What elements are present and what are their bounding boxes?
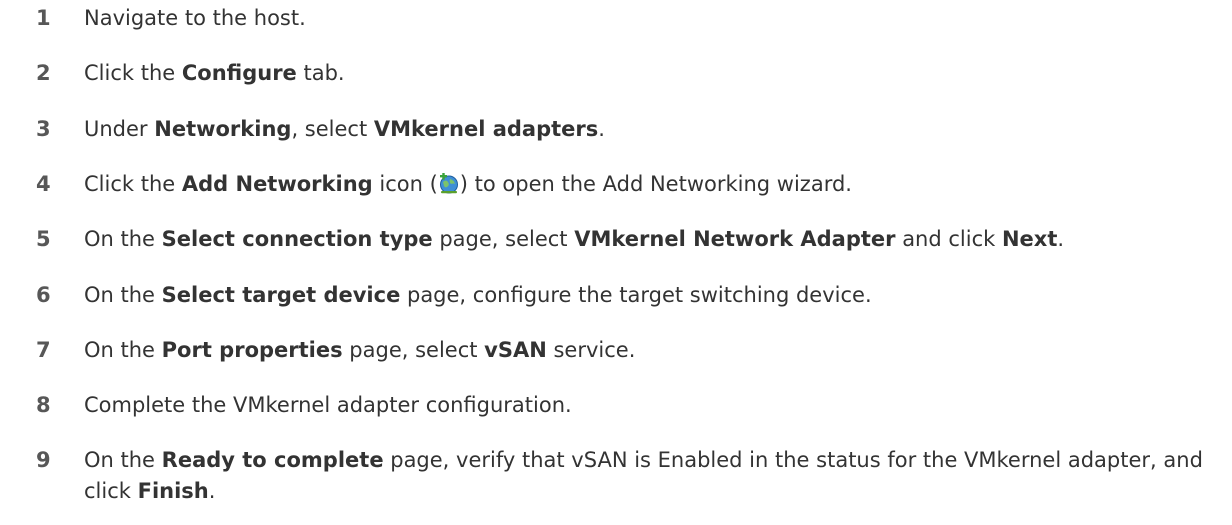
step-text-run: Click the xyxy=(84,172,182,196)
step-text: On the Port properties page, select vSAN… xyxy=(84,335,1224,366)
step-text-run: . xyxy=(1057,227,1065,251)
step-number: 9 xyxy=(36,448,51,472)
ui-term: Ready to complete xyxy=(161,448,384,472)
step-text-run: Complete the VMkernel adapter configurat… xyxy=(84,393,572,417)
step-text-run: Under xyxy=(84,117,155,141)
step-text-run: On the xyxy=(84,283,162,307)
ui-term: Port properties xyxy=(161,338,343,362)
step-text: On the Select target device page, config… xyxy=(84,280,1224,311)
step-text-run: icon ( xyxy=(372,172,438,196)
ui-term: VMkernel Network Adapter xyxy=(574,227,896,251)
step-number: 6 xyxy=(36,283,51,307)
step-text-run: . xyxy=(598,117,605,141)
ui-term: Select connection type xyxy=(161,227,433,251)
ui-term: Next xyxy=(1001,227,1058,251)
step-text-run: , select xyxy=(291,117,374,141)
add-networking-icon xyxy=(438,173,460,195)
step-text: On the Select connection type page, sele… xyxy=(84,224,1224,255)
procedure-steps: 1 Navigate to the host. 2 Click the Conf… xyxy=(0,0,1232,525)
step-number: 3 xyxy=(36,117,51,141)
step-number: 4 xyxy=(36,172,51,196)
step-number: 7 xyxy=(36,338,51,362)
step-text-run: page, configure the target switching dev… xyxy=(400,283,872,307)
ui-term: Add Networking xyxy=(181,172,373,196)
step-text-run: page, select xyxy=(342,338,485,362)
ui-term: Finish xyxy=(137,479,209,503)
step-text-run: and click xyxy=(895,227,1002,251)
step-text: Navigate to the host. xyxy=(84,3,1224,34)
step-text-run: On the xyxy=(84,227,162,251)
step-text-run: tab. xyxy=(296,61,345,85)
step-text: Click the Configure tab. xyxy=(84,58,1224,89)
ui-term: VMkernel adapters xyxy=(373,117,599,141)
step-text-run: Click the xyxy=(84,61,182,85)
step-text-run: page, select xyxy=(432,227,575,251)
ui-term: Networking xyxy=(154,117,292,141)
step-number: 8 xyxy=(36,393,51,417)
step-text-run: On the xyxy=(84,448,162,472)
step-text-run: . xyxy=(208,479,216,503)
step-text-run: On the xyxy=(84,338,162,362)
step-text: On the Ready to complete page, verify th… xyxy=(84,445,1224,507)
step-text: Complete the VMkernel adapter configurat… xyxy=(84,390,1224,421)
ui-term: Configure xyxy=(181,61,297,85)
step-text: Click the Add Networking icon ( ) to open… xyxy=(84,169,1224,200)
step-text-run: ) to open the Add Networking wizard. xyxy=(459,172,852,196)
step-number: 5 xyxy=(36,227,51,251)
step-text-run: Navigate to the host. xyxy=(84,6,306,30)
ui-term: vSAN xyxy=(484,338,547,362)
step-number: 1 xyxy=(36,6,51,30)
step-text: Under Networking, select VMkernel adapte… xyxy=(84,114,1224,145)
step-number: 2 xyxy=(36,61,51,85)
ui-term: Select target device xyxy=(161,283,401,307)
step-text-run: service. xyxy=(546,338,636,362)
